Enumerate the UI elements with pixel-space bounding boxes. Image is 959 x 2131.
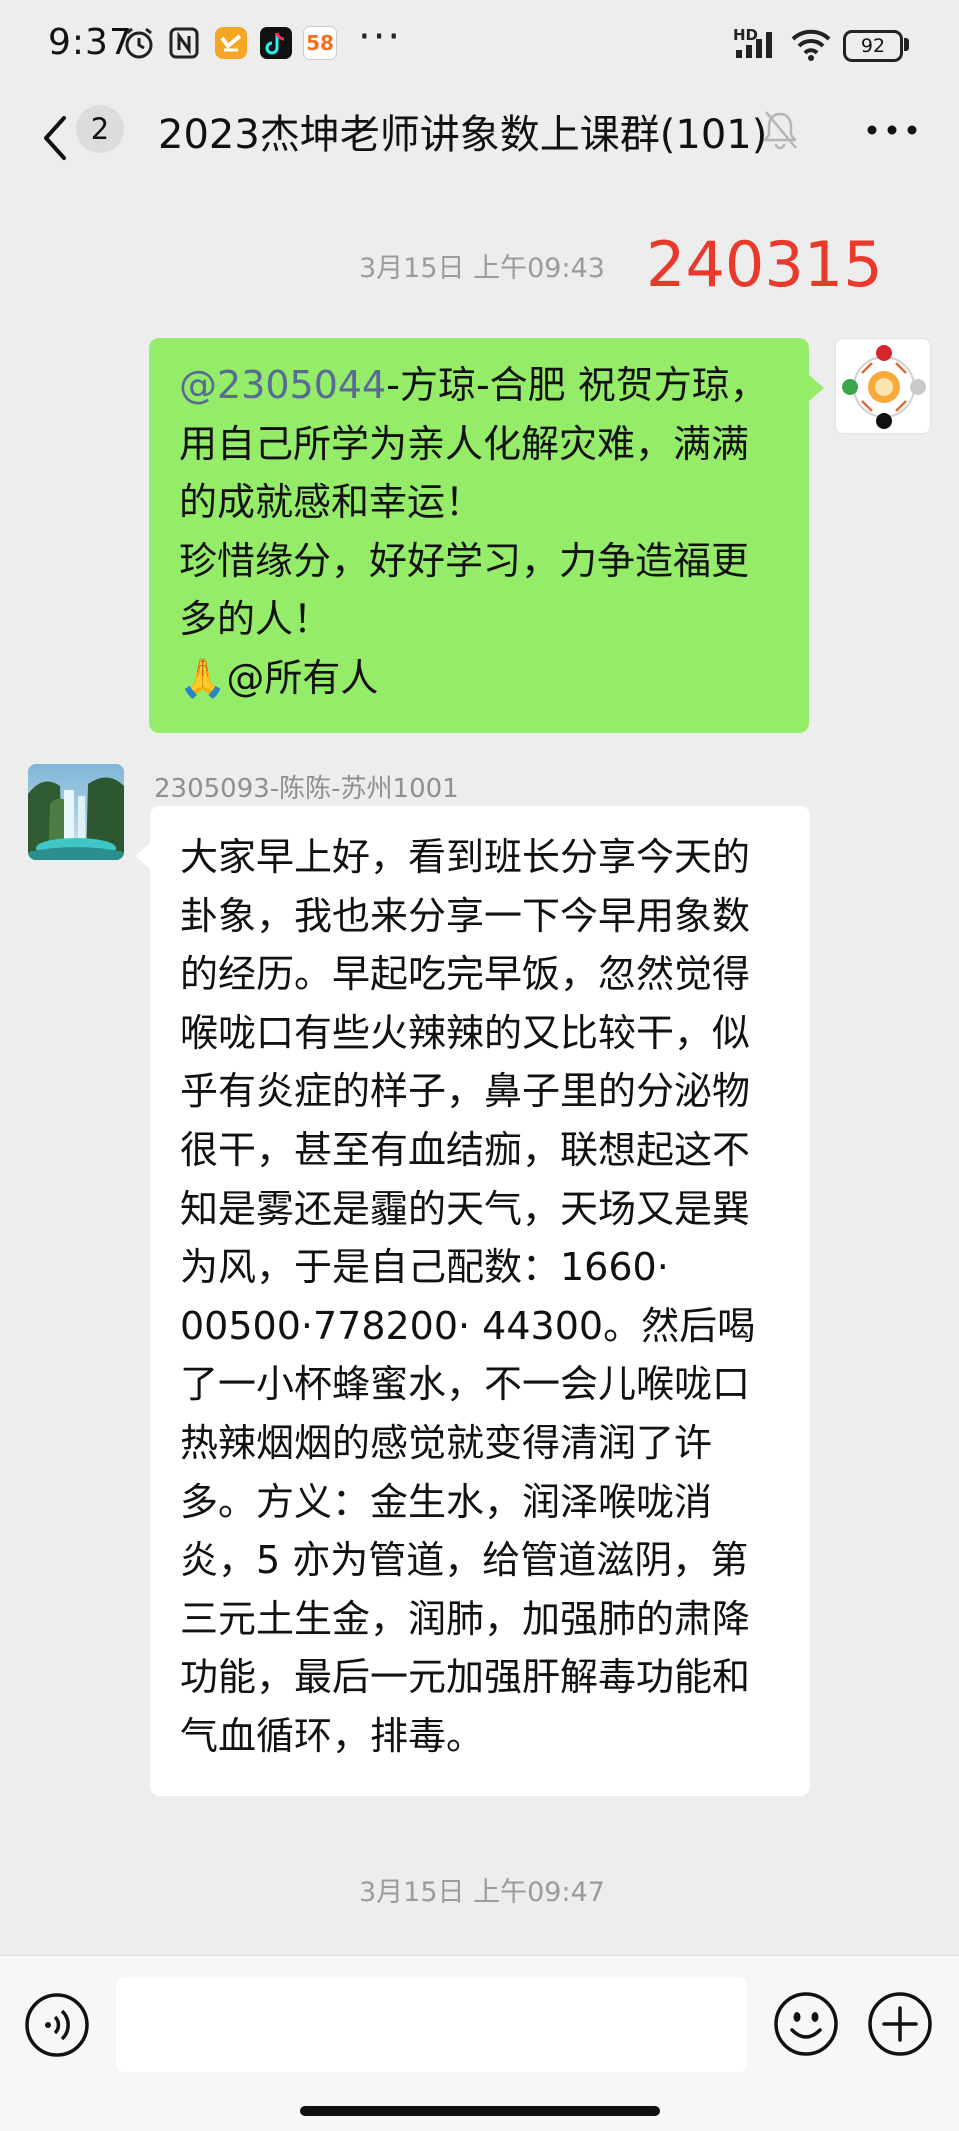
self-avatar[interactable] <box>835 338 931 434</box>
battery-icon: 92 <box>843 30 903 62</box>
tiktok-icon <box>260 27 292 59</box>
message-timestamp: 3月15日 上午09:47 <box>359 1877 605 1908</box>
message-line: 为风，于是自己配数：1660· <box>180 1245 669 1290</box>
praying-hands-emoji: 🙏 <box>179 655 227 700</box>
five-elements-diagram-icon <box>842 345 926 429</box>
58-app-icon: 58 <box>303 26 337 60</box>
battery-tip <box>904 38 909 51</box>
message-bubble-other[interactable]: 大家早上好，看到班长分享今天的 卦象，我也来分享一下今早用象数 的经历。早起吃完… <box>135 806 810 1796</box>
signal-icon <box>736 32 772 58</box>
message-line: 功能，最后一元加强肝解毒功能和 <box>180 1655 751 1700</box>
alarm-icon <box>125 27 153 59</box>
message-line: 热辣烟烟的感觉就变得清润了许 <box>180 1420 713 1465</box>
mention-all[interactable]: @所有人 <box>226 656 378 700</box>
message-line: 炎，5 亦为管道，给管道滋阴，第 <box>180 1538 749 1583</box>
message-bubble-self[interactable]: @2305044-方琼-合肥 祝贺方琼， 用自己所学为亲人化解灾难，满满 的成就… <box>149 338 824 733</box>
message-line: 多。方义：金生水，润泽喉咙消 <box>180 1479 713 1524</box>
message-line: @2305044-方琼-合肥 祝贺方琼， <box>179 356 789 415</box>
wifi-icon <box>791 29 831 61</box>
message-line: 的经历。早起吃完早饭，忽然觉得 <box>180 952 751 997</box>
message-line: 三元土生金，润肺，加强肺的肃降 <box>180 1596 751 1641</box>
status-bar: 9:37 58 ··· HD 92 <box>0 0 959 92</box>
message-input[interactable] <box>116 1978 747 2072</box>
message-line: 乎有炎症的样子，鼻子里的分泌物 <box>180 1069 751 1114</box>
message-line: 珍惜缘分，好好学习，力争造福更 <box>179 538 750 583</box>
message-text: -方琼-合肥 祝贺方琼， <box>386 363 768 407</box>
message-line: 喉咙口有些火辣辣的又比较干，似 <box>180 1010 751 1055</box>
more-notifications-dots: ··· <box>358 14 403 60</box>
unread-count-badge[interactable]: 2 <box>76 105 124 153</box>
status-time: 9:37 <box>48 22 133 63</box>
bubble-tail <box>808 374 824 402</box>
message-line: 知是雾还是霾的天气，天场又是巽 <box>180 1186 751 1231</box>
mention-link[interactable]: @2305044 <box>179 363 386 407</box>
chat-title: 2023杰坤老师讲象数上课群(101) <box>158 112 768 158</box>
emoji-icon[interactable] <box>772 1990 840 2058</box>
sender-name: 2305093-陈陈-苏州1001 <box>154 774 459 804</box>
plus-icon[interactable] <box>866 1990 934 2058</box>
message-line: 很干，甚至有血结痂，联想起这不 <box>180 1127 751 1172</box>
voice-icon[interactable] <box>24 1992 90 2058</box>
message-line: 大家早上好，看到班长分享今天的 <box>180 835 751 879</box>
mute-bell-icon <box>763 111 797 150</box>
app-icon <box>215 27 247 59</box>
message-timestamp: 3月15日 上午09:43 <box>359 253 605 284</box>
input-bar <box>0 1955 959 2131</box>
message-line: 的成就感和幸运！ <box>179 480 484 525</box>
sender-avatar[interactable] <box>28 764 124 860</box>
nfc-icon <box>169 27 199 59</box>
red-date-annotation: 240315 <box>646 228 883 301</box>
message-line: 多的人！ <box>179 597 332 642</box>
message-line: 用自己所学为亲人化解灾难，满满 <box>179 421 750 466</box>
message-line: 卦象，我也来分享一下今早用象数 <box>180 893 751 938</box>
home-indicator[interactable] <box>300 2106 660 2116</box>
message-line: 00500·778200· 44300。然后喝 <box>180 1303 756 1348</box>
message-line: 🙏@所有人 <box>179 649 789 708</box>
bubble-tail <box>135 842 151 870</box>
more-icon[interactable] <box>862 110 922 150</box>
back-arrow-icon[interactable] <box>30 108 80 168</box>
waterfall-landscape-avatar <box>28 764 124 860</box>
message-line: 气血循环，排毒。 <box>180 1713 485 1758</box>
message-line: 了一小杯蜂蜜水，不一会儿喉咙口 <box>180 1362 751 1407</box>
